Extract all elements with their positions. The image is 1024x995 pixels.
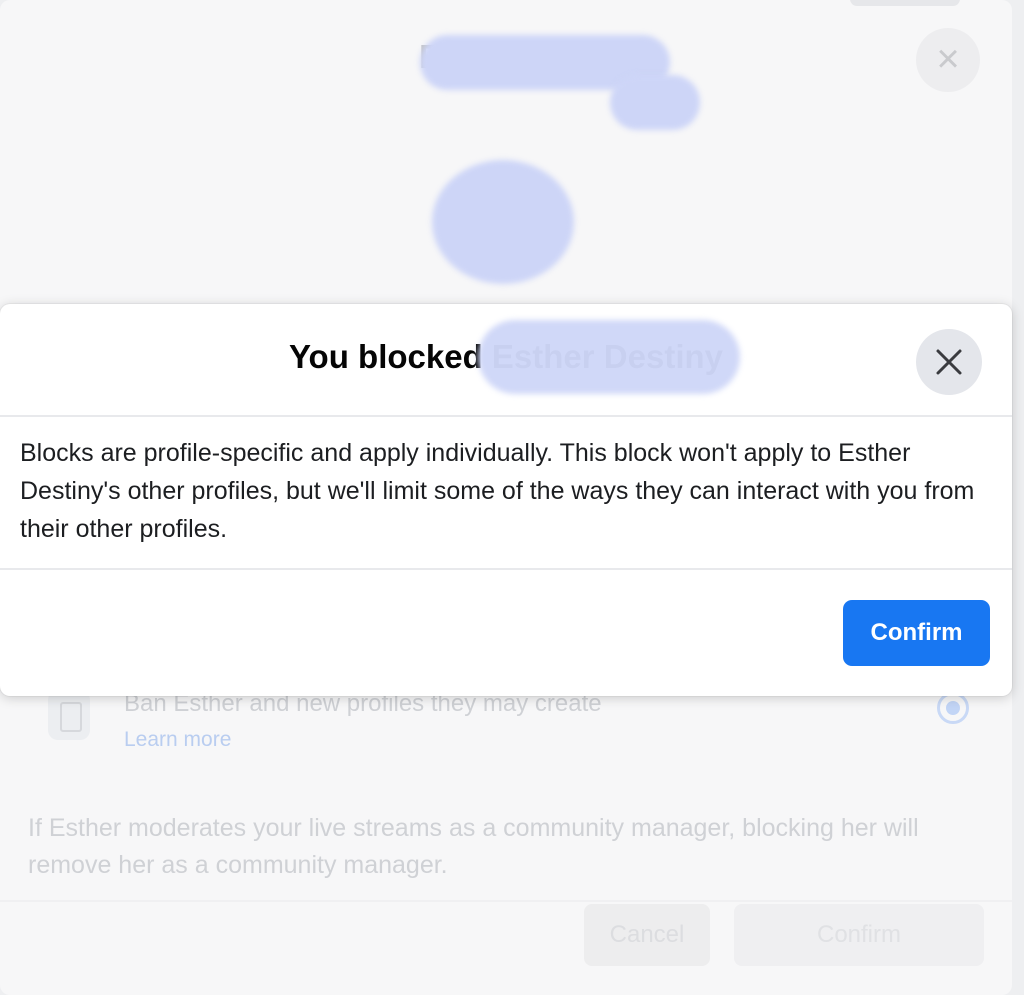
redacted-name-blur — [610, 75, 700, 130]
modal-divider — [0, 568, 1012, 570]
background-top-edge — [850, 0, 960, 6]
ban-option-radio — [937, 692, 969, 724]
background-close-icon: × — [916, 28, 980, 92]
learn-more-link: Learn more — [124, 728, 232, 751]
background-cancel-button: Cancel — [584, 904, 710, 966]
redacted-avatar — [432, 160, 574, 284]
modal-body-text: Blocks are profile-specific and apply in… — [20, 439, 975, 543]
close-button[interactable] — [916, 329, 982, 395]
background-divider — [0, 900, 1012, 902]
phone-icon — [48, 690, 90, 740]
confirm-button[interactable]: Confirm — [843, 600, 990, 666]
community-manager-note: If Esther moderates your live streams as… — [28, 814, 919, 879]
modal-divider — [0, 415, 1012, 417]
redacted-name-blur — [478, 320, 740, 394]
background-confirm-button: Confirm — [734, 904, 984, 966]
blocked-confirmation-modal: You blocked Esther Destiny Blocks are pr… — [0, 304, 1012, 696]
close-icon — [936, 349, 962, 375]
